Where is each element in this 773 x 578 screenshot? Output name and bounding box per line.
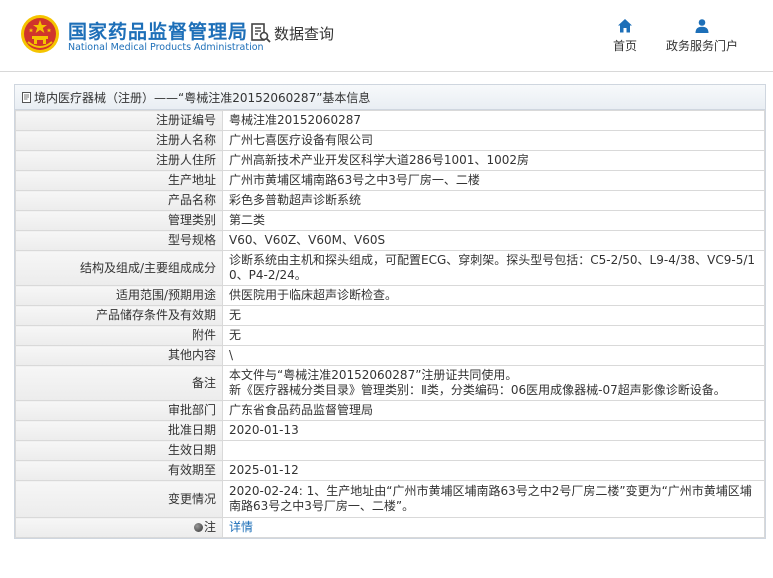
bullet-icon bbox=[193, 523, 203, 532]
remark-line-2: 新《医疗器械分类目录》管理类别：Ⅱ类，分类编码：06医用成像器械-07超声影像诊… bbox=[229, 383, 726, 397]
table-row: 附件 无 bbox=[15, 325, 765, 346]
home-icon bbox=[618, 19, 632, 33]
table-row: 有效期至 2025-01-12 bbox=[15, 460, 765, 481]
table-row: 结构及组成/主要组成成分 诊断系统由主机和探头组成，可配置ECG、穿刺架。探头型… bbox=[15, 250, 765, 286]
field-value: 广东省食品药品监督管理局 bbox=[222, 400, 765, 421]
data-query-link[interactable]: 数据查询 bbox=[250, 22, 334, 44]
site-header: 国家药品监督管理局 National Medical Products Admi… bbox=[0, 0, 773, 70]
field-value: 2020-01-13 bbox=[222, 420, 765, 441]
field-value: 诊断系统由主机和探头组成，可配置ECG、穿刺架。探头型号包括：C5-2/50、L… bbox=[222, 250, 765, 286]
field-label: 变更情况 bbox=[15, 480, 223, 518]
note-label-text: 注 bbox=[203, 520, 216, 534]
table-row: 生效日期 bbox=[15, 440, 765, 461]
field-value bbox=[222, 440, 765, 461]
note-label: 注 bbox=[15, 517, 223, 538]
field-value: 供医院用于临床超声诊断检查。 bbox=[222, 285, 765, 306]
field-value: V60、V60Z、V60M、V60S bbox=[222, 230, 765, 251]
field-value: 2020-02-24: 1、生产地址由“广州市黄埔区埔南路63号之中2号厂房二楼… bbox=[222, 480, 765, 518]
table-row: 型号规格 V60、V60Z、V60M、V60S bbox=[15, 230, 765, 251]
table-row: 适用范围/预期用途 供医院用于临床超声诊断检查。 bbox=[15, 285, 765, 306]
field-label: 附件 bbox=[15, 325, 223, 346]
field-label: 生效日期 bbox=[15, 440, 223, 461]
field-label: 注册人名称 bbox=[15, 130, 223, 151]
document-search-icon bbox=[251, 23, 271, 43]
national-emblem-icon bbox=[21, 15, 59, 53]
table-row: 注册证编号 粤械注准20152060287 bbox=[15, 110, 765, 131]
field-value: 广州市黄埔区埔南路63号之中3号厂房一、二楼 bbox=[222, 170, 765, 191]
details-link[interactable]: 详情 bbox=[229, 520, 253, 534]
table-row: 变更情况 2020-02-24: 1、生产地址由“广州市黄埔区埔南路63号之中2… bbox=[15, 480, 765, 518]
field-label: 产品名称 bbox=[15, 190, 223, 211]
detail-panel: 境内医疗器械（注册）——“粤械注准20152060287”基本信息 注册证编号 … bbox=[14, 84, 766, 539]
field-value: 无 bbox=[222, 305, 765, 326]
table-row: 批准日期 2020-01-13 bbox=[15, 420, 765, 441]
document-icon bbox=[22, 91, 31, 103]
remark-line-1: 本文件与“粤械注准20152060287”注册证共同使用。 bbox=[229, 368, 518, 382]
field-label: 批准日期 bbox=[15, 420, 223, 441]
panel-title-text: 境内医疗器械（注册）——“粤械注准20152060287”基本信息 bbox=[34, 90, 371, 105]
nav-home-label: 首页 bbox=[613, 39, 638, 53]
table-row: 注册人住所 广州高新技术产业开发区科学大道286号1001、1002房 bbox=[15, 150, 765, 171]
field-label: 管理类别 bbox=[15, 210, 223, 231]
field-value: 粤械注准20152060287 bbox=[222, 110, 765, 131]
table-row: 备注 本文件与“粤械注准20152060287”注册证共同使用。 新《医疗器械分… bbox=[15, 365, 765, 401]
nav-service-portal[interactable]: 政务服务门户 bbox=[666, 18, 738, 54]
nav-service-label: 政务服务门户 bbox=[666, 39, 739, 53]
field-label: 注册人住所 bbox=[15, 150, 223, 171]
field-value: 详情 bbox=[222, 517, 765, 538]
field-label: 注册证编号 bbox=[15, 110, 223, 131]
field-label: 其他内容 bbox=[15, 345, 223, 366]
table-row: 产品名称 彩色多普勒超声诊断系统 bbox=[15, 190, 765, 211]
panel-title: 境内医疗器械（注册）——“粤械注准20152060287”基本信息 bbox=[15, 85, 765, 110]
user-icon bbox=[695, 19, 709, 33]
field-value: 彩色多普勒超声诊断系统 bbox=[222, 190, 765, 211]
field-label: 生产地址 bbox=[15, 170, 223, 191]
field-value: 本文件与“粤械注准20152060287”注册证共同使用。 新《医疗器械分类目录… bbox=[222, 365, 765, 401]
field-value: 2025-01-12 bbox=[222, 460, 765, 481]
table-row: 产品储存条件及有效期 无 bbox=[15, 305, 765, 326]
field-value: 广州七喜医疗设备有限公司 bbox=[222, 130, 765, 151]
table-row: 管理类别 第二类 bbox=[15, 210, 765, 231]
field-label: 有效期至 bbox=[15, 460, 223, 481]
field-value: 广州高新技术产业开发区科学大道286号1001、1002房 bbox=[222, 150, 765, 171]
field-label: 产品储存条件及有效期 bbox=[15, 305, 223, 326]
field-value: 无 bbox=[222, 325, 765, 346]
data-query-label: 数据查询 bbox=[274, 24, 335, 43]
site-subtitle: National Medical Products Administration bbox=[68, 42, 264, 53]
field-label: 审批部门 bbox=[15, 400, 223, 421]
site-title: 国家药品监督管理局 bbox=[68, 21, 249, 43]
table-row: 生产地址 广州市黄埔区埔南路63号之中3号厂房一、二楼 bbox=[15, 170, 765, 191]
header-divider bbox=[0, 71, 773, 72]
field-value: \ bbox=[222, 345, 765, 366]
info-table: 注册证编号 粤械注准20152060287 注册人名称 广州七喜医疗设备有限公司… bbox=[15, 110, 765, 538]
field-label: 结构及组成/主要组成成分 bbox=[15, 250, 223, 286]
field-label: 适用范围/预期用途 bbox=[15, 285, 223, 306]
table-row: 其他内容 \ bbox=[15, 345, 765, 366]
table-row: 注册人名称 广州七喜医疗设备有限公司 bbox=[15, 130, 765, 151]
table-row: 审批部门 广东省食品药品监督管理局 bbox=[15, 400, 765, 421]
field-label: 备注 bbox=[15, 365, 223, 401]
field-label: 型号规格 bbox=[15, 230, 223, 251]
table-row: 注 详情 bbox=[15, 517, 765, 538]
field-value: 第二类 bbox=[222, 210, 765, 231]
nav-home[interactable]: 首页 bbox=[613, 18, 637, 54]
